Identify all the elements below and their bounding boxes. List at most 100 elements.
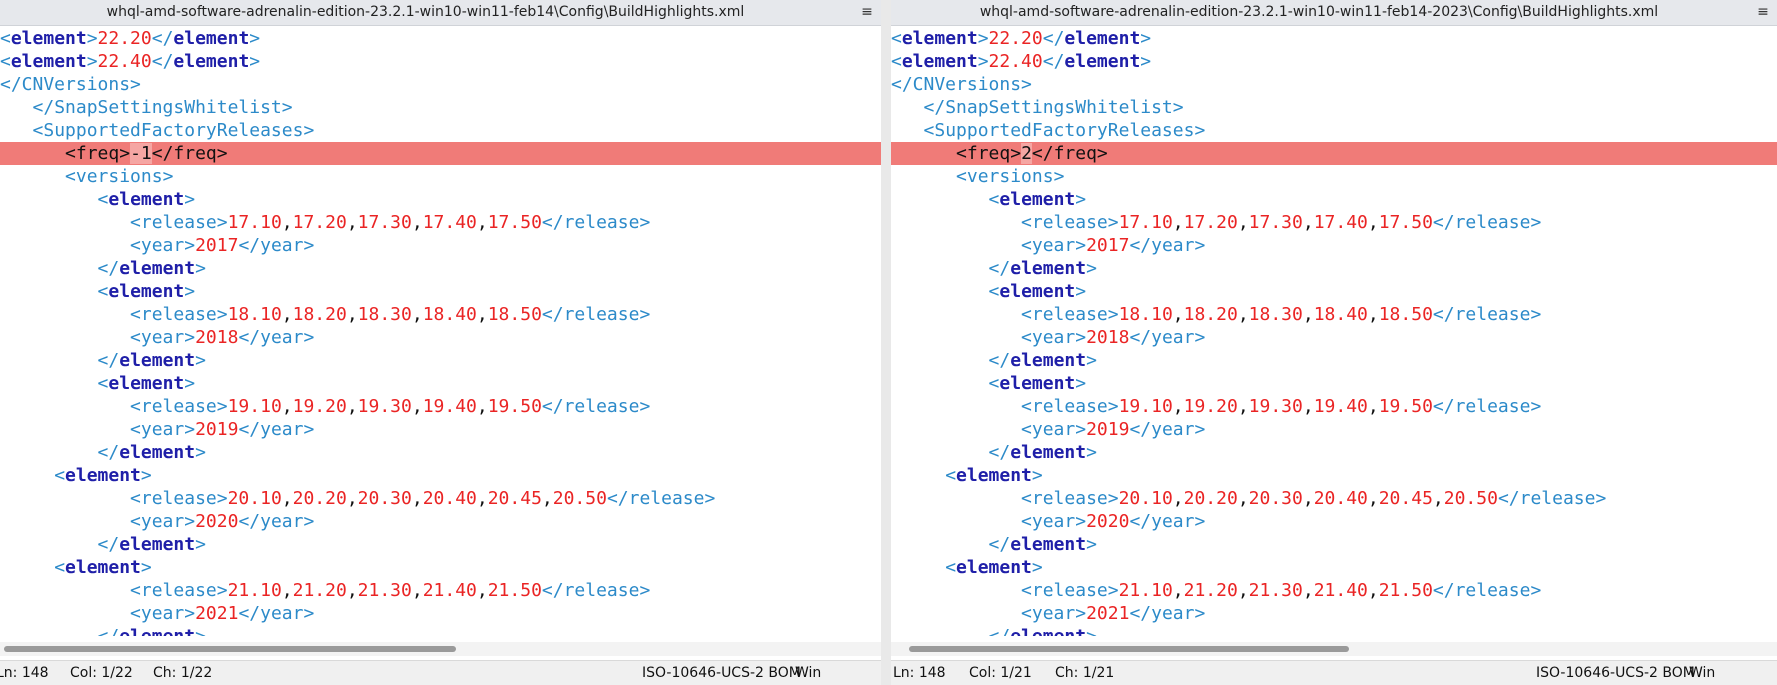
xml-tag: </release> <box>541 304 651 325</box>
code-line[interactable]: <release>17.10,17.20,17.30,17.40,17.50</… <box>891 211 1777 234</box>
xml-tag: <release> <box>1021 396 1119 417</box>
value-text: 2018 <box>195 327 239 348</box>
code-line[interactable]: <element> <box>891 188 1777 211</box>
diff-highlight-line[interactable]: <freq>-1</freq> <box>0 142 881 165</box>
element-name: element <box>1010 442 1087 463</box>
code-line[interactable]: <element> <box>0 280 881 303</box>
code-line[interactable]: <year>2018</year> <box>0 326 881 349</box>
xml-tag: </ <box>988 258 1011 279</box>
code-line[interactable]: </SnapSettingsWhitelist> <box>0 96 881 119</box>
code-line[interactable]: <year>2021</year> <box>891 602 1777 625</box>
code-line[interactable]: <element>22.40</element> <box>0 50 881 73</box>
pane-splitter[interactable] <box>881 0 891 685</box>
code-line[interactable]: <year>2020</year> <box>0 510 881 533</box>
code-line[interactable]: <release>20.10,20.20,20.30,20.40,20.45,2… <box>0 487 881 510</box>
value-text: 17.20 <box>292 212 347 233</box>
element-name: element <box>1010 626 1086 636</box>
xml-tag: > <box>184 373 196 394</box>
code-line[interactable]: <SupportedFactoryReleases> <box>891 119 1777 142</box>
right-horizontal-scrollbar[interactable] <box>891 642 1777 656</box>
xml-tag: < <box>988 189 1000 210</box>
value-text: 20.45 <box>1378 488 1433 509</box>
element-name: element <box>956 465 1032 486</box>
freq-tag: , <box>1367 212 1379 233</box>
value-text: 20.20 <box>1183 488 1238 509</box>
code-line[interactable]: <year>2018</year> <box>891 326 1777 349</box>
code-line[interactable]: <year>2017</year> <box>0 234 881 257</box>
code-line[interactable]: <release>17.10,17.20,17.30,17.40,17.50</… <box>0 211 881 234</box>
code-line[interactable]: <release>21.10,21.20,21.30,21.40,21.50</… <box>891 579 1777 602</box>
value-text: 2019 <box>1086 419 1130 440</box>
code-line[interactable]: <element>22.20</element> <box>0 27 881 50</box>
xml-tag: > <box>1140 51 1152 72</box>
code-line[interactable]: </element> <box>0 441 881 464</box>
code-line[interactable]: <element> <box>891 464 1777 487</box>
code-line[interactable]: </element> <box>891 441 1777 464</box>
code-line[interactable]: <element>22.40</element> <box>891 50 1777 73</box>
code-line[interactable]: <year>2019</year> <box>891 418 1777 441</box>
code-line[interactable]: </element> <box>0 349 881 372</box>
code-line[interactable]: </element> <box>891 625 1777 636</box>
xml-tag: < <box>54 557 66 578</box>
code-line[interactable]: <year>2019</year> <box>0 418 881 441</box>
xml-tag: > <box>977 28 989 49</box>
value-text: 21.30 <box>1248 580 1303 601</box>
code-line[interactable]: <element> <box>891 556 1777 579</box>
value-text: 19.20 <box>1183 396 1238 417</box>
right-code-view[interactable]: <element>22.20</element> <element>22.40</… <box>891 27 1777 636</box>
code-line[interactable]: <release>18.10,18.20,18.30,18.40,18.50</… <box>891 303 1777 326</box>
left-code-view[interactable]: <element>22.20</element> <element>22.40</… <box>0 27 881 636</box>
code-line[interactable]: </element> <box>891 533 1777 556</box>
code-line[interactable]: <release>18.10,18.20,18.30,18.40,18.50</… <box>0 303 881 326</box>
code-line[interactable]: <year>2020</year> <box>891 510 1777 533</box>
value-text: 21.50 <box>487 580 542 601</box>
code-line[interactable]: <release>19.10,19.20,19.30,19.40,19.50</… <box>0 395 881 418</box>
xml-tag: < <box>945 557 957 578</box>
freq-tag: , <box>1237 304 1249 325</box>
hamburger-menu-icon[interactable]: ≡ <box>859 0 875 25</box>
code-line[interactable]: <release>20.10,20.20,20.30,20.40,20.45,2… <box>891 487 1777 510</box>
code-line[interactable]: <element> <box>891 372 1777 395</box>
code-line[interactable]: <versions> <box>0 165 881 188</box>
code-line[interactable]: <element> <box>0 464 881 487</box>
xml-tag: < <box>988 373 1000 394</box>
xml-tag: </ <box>151 51 174 72</box>
left-compare-pane[interactable]: whql-amd-software-adrenalin-edition-23.2… <box>0 0 881 685</box>
right-scrollbar-thumb[interactable] <box>909 646 1349 652</box>
xml-tag: </ <box>97 442 120 463</box>
code-line[interactable]: </element> <box>891 349 1777 372</box>
code-line[interactable]: </element> <box>891 257 1777 280</box>
code-line[interactable]: <element>22.20</element> <box>891 27 1777 50</box>
xml-tag: <SupportedFactoryReleases> <box>32 120 315 141</box>
value-text: 18.30 <box>1248 304 1303 325</box>
code-line[interactable]: <element> <box>0 188 881 211</box>
code-line[interactable]: </CNVersions> <box>891 73 1777 96</box>
code-line[interactable]: <element> <box>891 280 1777 303</box>
code-line[interactable]: </element> <box>0 257 881 280</box>
code-line[interactable]: <SupportedFactoryReleases> <box>0 119 881 142</box>
code-line[interactable]: </CNVersions> <box>0 73 881 96</box>
value-text: 17.40 <box>422 212 477 233</box>
code-line[interactable]: <year>2021</year> <box>0 602 881 625</box>
code-line[interactable]: <year>2017</year> <box>891 234 1777 257</box>
code-line[interactable]: </SnapSettingsWhitelist> <box>891 96 1777 119</box>
code-line[interactable]: <release>21.10,21.20,21.30,21.40,21.50</… <box>0 579 881 602</box>
value-text: 19.40 <box>422 396 477 417</box>
value-text: 18.40 <box>1313 304 1368 325</box>
diff-highlight-line[interactable]: <freq>2</freq> <box>891 142 1777 165</box>
value-text: 18.30 <box>357 304 412 325</box>
xml-tag: > <box>195 534 206 555</box>
code-line[interactable]: <versions> <box>891 165 1777 188</box>
freq-tag: , <box>1302 396 1314 417</box>
left-scrollbar-thumb[interactable] <box>4 646 456 652</box>
left-horizontal-scrollbar[interactable] <box>0 642 881 656</box>
xml-tag: <year> <box>1021 511 1087 532</box>
element-name: element <box>999 281 1076 302</box>
code-line[interactable]: </element> <box>0 625 881 636</box>
right-compare-pane[interactable]: whql-amd-software-adrenalin-edition-23.2… <box>891 0 1777 685</box>
code-line[interactable]: <element> <box>0 372 881 395</box>
code-line[interactable]: <release>19.10,19.20,19.30,19.40,19.50</… <box>891 395 1777 418</box>
code-line[interactable]: <element> <box>0 556 881 579</box>
hamburger-menu-icon[interactable]: ≡ <box>1755 0 1771 25</box>
code-line[interactable]: </element> <box>0 533 881 556</box>
